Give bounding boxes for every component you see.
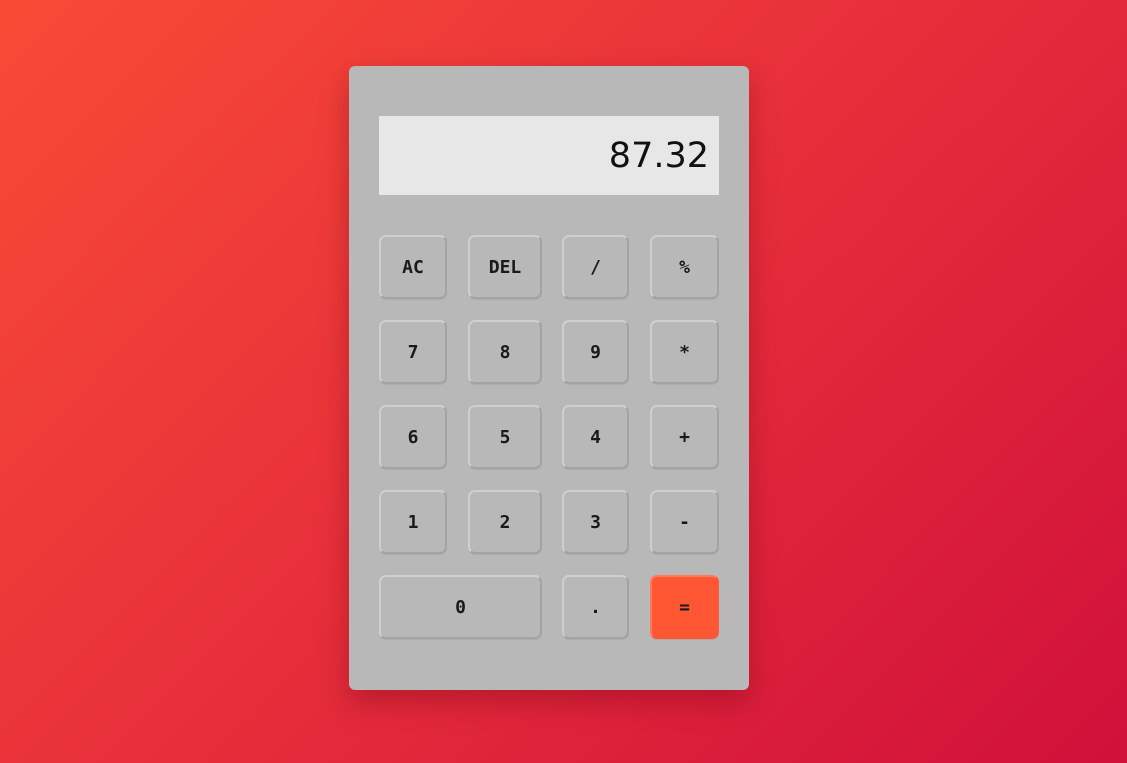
decimal-button[interactable]: . bbox=[562, 575, 629, 639]
digit-0-button[interactable]: 0 bbox=[379, 575, 542, 639]
display-value: 87.32 bbox=[608, 135, 709, 176]
digit-8-button[interactable]: 8 bbox=[468, 320, 542, 384]
percent-button[interactable]: % bbox=[650, 235, 719, 299]
plus-button[interactable]: + bbox=[650, 405, 719, 469]
digit-5-button[interactable]: 5 bbox=[468, 405, 542, 469]
digit-4-button[interactable]: 4 bbox=[562, 405, 629, 469]
equals-button[interactable]: = bbox=[650, 575, 719, 639]
delete-button[interactable]: DEL bbox=[468, 235, 542, 299]
digit-2-button[interactable]: 2 bbox=[468, 490, 542, 554]
digit-6-button[interactable]: 6 bbox=[379, 405, 447, 469]
minus-button[interactable]: - bbox=[650, 490, 719, 554]
calculator-display: 87.32 bbox=[379, 116, 719, 195]
digit-3-button[interactable]: 3 bbox=[562, 490, 629, 554]
digit-1-button[interactable]: 1 bbox=[379, 490, 447, 554]
multiply-button[interactable]: * bbox=[650, 320, 719, 384]
divide-button[interactable]: / bbox=[562, 235, 629, 299]
calculator: 87.32 AC DEL / % 7 8 9 * 6 5 4 + 1 2 3 -… bbox=[349, 66, 749, 690]
clear-button[interactable]: AC bbox=[379, 235, 447, 299]
digit-9-button[interactable]: 9 bbox=[562, 320, 629, 384]
digit-7-button[interactable]: 7 bbox=[379, 320, 447, 384]
